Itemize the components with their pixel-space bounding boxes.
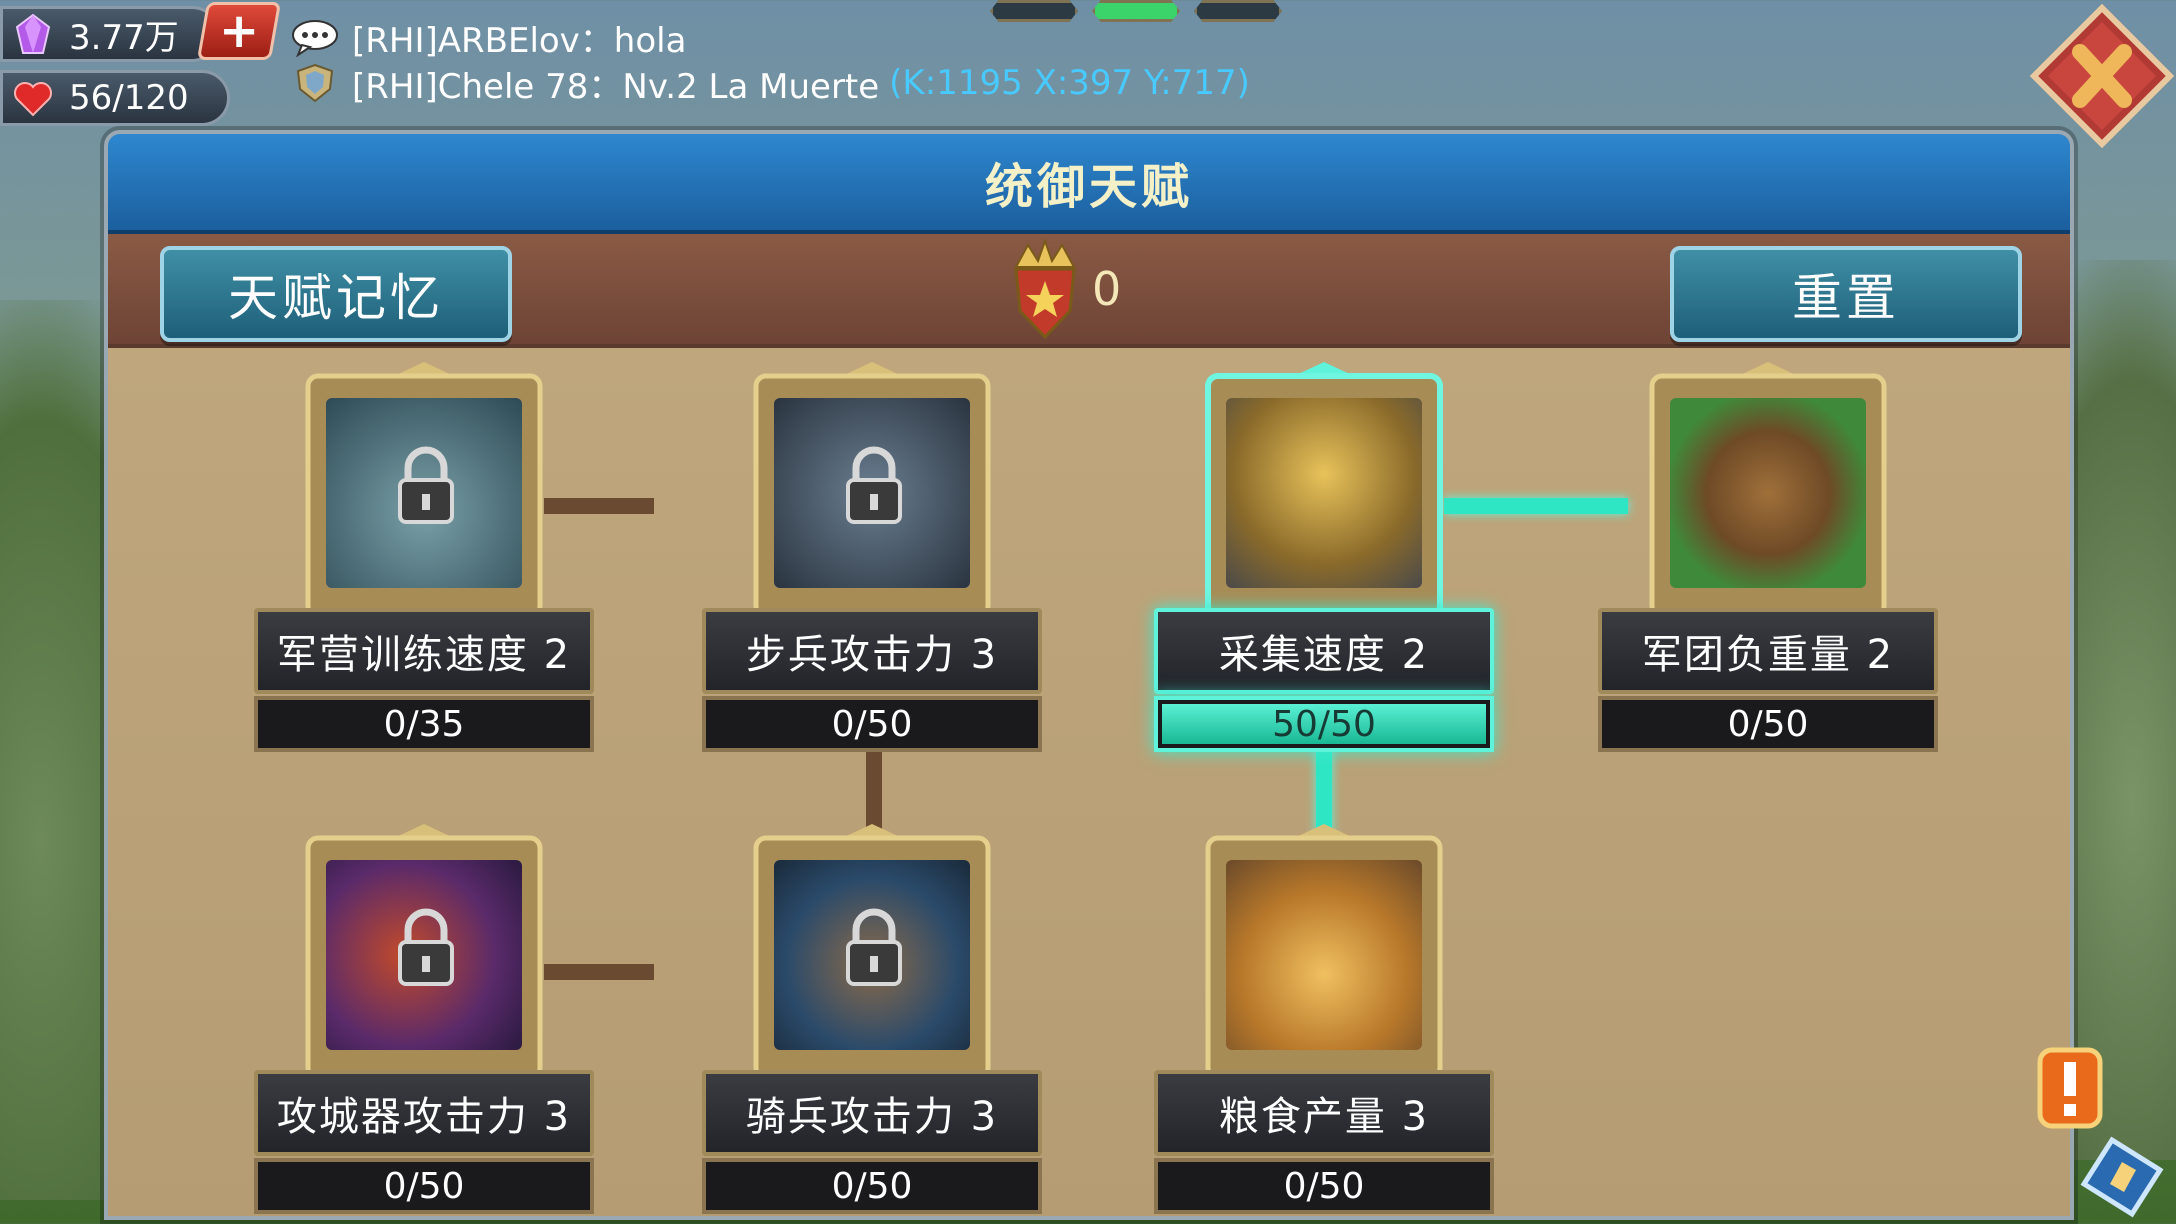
progress-text: 0/50: [831, 703, 913, 745]
chat-message: [RHI]Chele 78：Nv.2 La Muerte (K:1195 X:3…: [290, 60, 1250, 107]
talent-name: 采集速度 2: [1154, 608, 1494, 694]
progress-text: 0/50: [383, 1165, 465, 1207]
talent-name: 骑兵攻击力 3: [702, 1070, 1042, 1156]
progress-text: 50/50: [1272, 703, 1376, 745]
talent-node-food-production[interactable]: 粮食产量 3 0/50: [1154, 824, 1494, 1214]
progress-text: 0/35: [383, 703, 465, 745]
guild-emblem-icon: [296, 63, 334, 103]
wheat-portrait: [1226, 860, 1422, 1050]
talent-progress-bar: 0/35: [254, 696, 594, 752]
talent-name: 粮食产量 3: [1154, 1070, 1494, 1156]
talent-node-troop-load[interactable]: 军团负重量 2 0/50: [1598, 362, 1938, 752]
talent-node-gathering-speed[interactable]: 采集速度 2 50/50: [1154, 362, 1494, 752]
progress-text: 0/50: [831, 1165, 913, 1207]
talent-tree: 军营训练速度 2 0/35 步兵攻击力 3 0/50 采集速度 2 50/50 …: [108, 348, 2070, 1216]
page-dot-active: [1092, 0, 1180, 22]
progress-text: 0/50: [1283, 1165, 1365, 1207]
talent-name: 军营训练速度 2: [254, 608, 594, 694]
talent-progress-bar: 0/50: [702, 1158, 1042, 1214]
talent-progress-bar: 50/50: [1154, 696, 1494, 752]
lock-icon: [846, 908, 902, 986]
page-indicator: [990, 0, 1282, 22]
talent-progress-bar: 0/50: [1154, 1158, 1494, 1214]
talent-node-cavalry-attack[interactable]: 骑兵攻击力 3 0/50: [702, 824, 1042, 1214]
quest-alert-icon[interactable]: [2020, 1020, 2176, 1224]
plus-label: +: [218, 3, 260, 59]
reset-button[interactable]: 重置: [1670, 246, 2022, 342]
gem-count: 3.77万: [69, 17, 179, 58]
talent-node-siege-attack[interactable]: 攻城器攻击力 3 0/50: [254, 824, 594, 1214]
backpack-portrait: [1670, 398, 1866, 588]
talent-points-value: 0: [1092, 262, 1122, 316]
chat-bubble-icon: [292, 20, 338, 57]
gathering-portrait: [1226, 398, 1422, 588]
gem-icon: [15, 13, 51, 54]
talent-points: 0: [1008, 234, 1121, 344]
talent-progress-bar: 0/50: [254, 1158, 594, 1214]
talent-node-barracks-training[interactable]: 军营训练速度 2 0/35: [254, 362, 594, 752]
chat-text: [RHI]Chele 78：Nv.2 La Muerte: [352, 66, 880, 107]
connector-active: [1316, 738, 1332, 838]
chat-ticker[interactable]: [RHI]ARBElov：hola [RHI]Chele 78：Nv.2 La …: [290, 14, 1250, 107]
talent-toolbar: 天赋记忆 0 重置: [108, 234, 2070, 348]
close-icon[interactable]: [2030, 4, 2174, 148]
talent-name: 步兵攻击力 3: [702, 608, 1042, 694]
coordinates-link[interactable]: (K:1195 X:397 Y:717): [889, 63, 1250, 103]
lock-icon: [846, 446, 902, 524]
stamina-count: 56/120: [69, 78, 189, 118]
chat-text: [RHI]ARBElov：hola: [352, 20, 687, 61]
stamina-counter[interactable]: 56/120: [0, 70, 230, 126]
talent-name: 攻城器攻击力 3: [254, 1070, 594, 1156]
add-gems-button[interactable]: +: [196, 2, 282, 60]
lock-icon: [398, 908, 454, 986]
heart-icon: [14, 82, 52, 117]
talent-memory-button[interactable]: 天赋记忆: [160, 246, 512, 342]
progress-text: 0/50: [1727, 703, 1809, 745]
connector: [866, 738, 882, 838]
talent-panel: 统御天赋 天赋记忆 0 重置 军营训练速度 2 0/35 步兵攻击力 3 0/5…: [104, 130, 2074, 1220]
page-dot: [990, 0, 1078, 22]
panel-title: 统御天赋: [108, 134, 2070, 234]
gem-counter[interactable]: 3.77万: [0, 6, 220, 62]
talent-node-infantry-attack[interactable]: 步兵攻击力 3 0/50: [702, 362, 1042, 752]
lock-icon: [398, 446, 454, 524]
page-dot: [1194, 0, 1282, 22]
talent-progress-bar: 0/50: [1598, 696, 1938, 752]
crown-shield-icon: [1014, 237, 1076, 340]
talent-name: 军团负重量 2: [1598, 608, 1938, 694]
talent-progress-bar: 0/50: [702, 696, 1042, 752]
